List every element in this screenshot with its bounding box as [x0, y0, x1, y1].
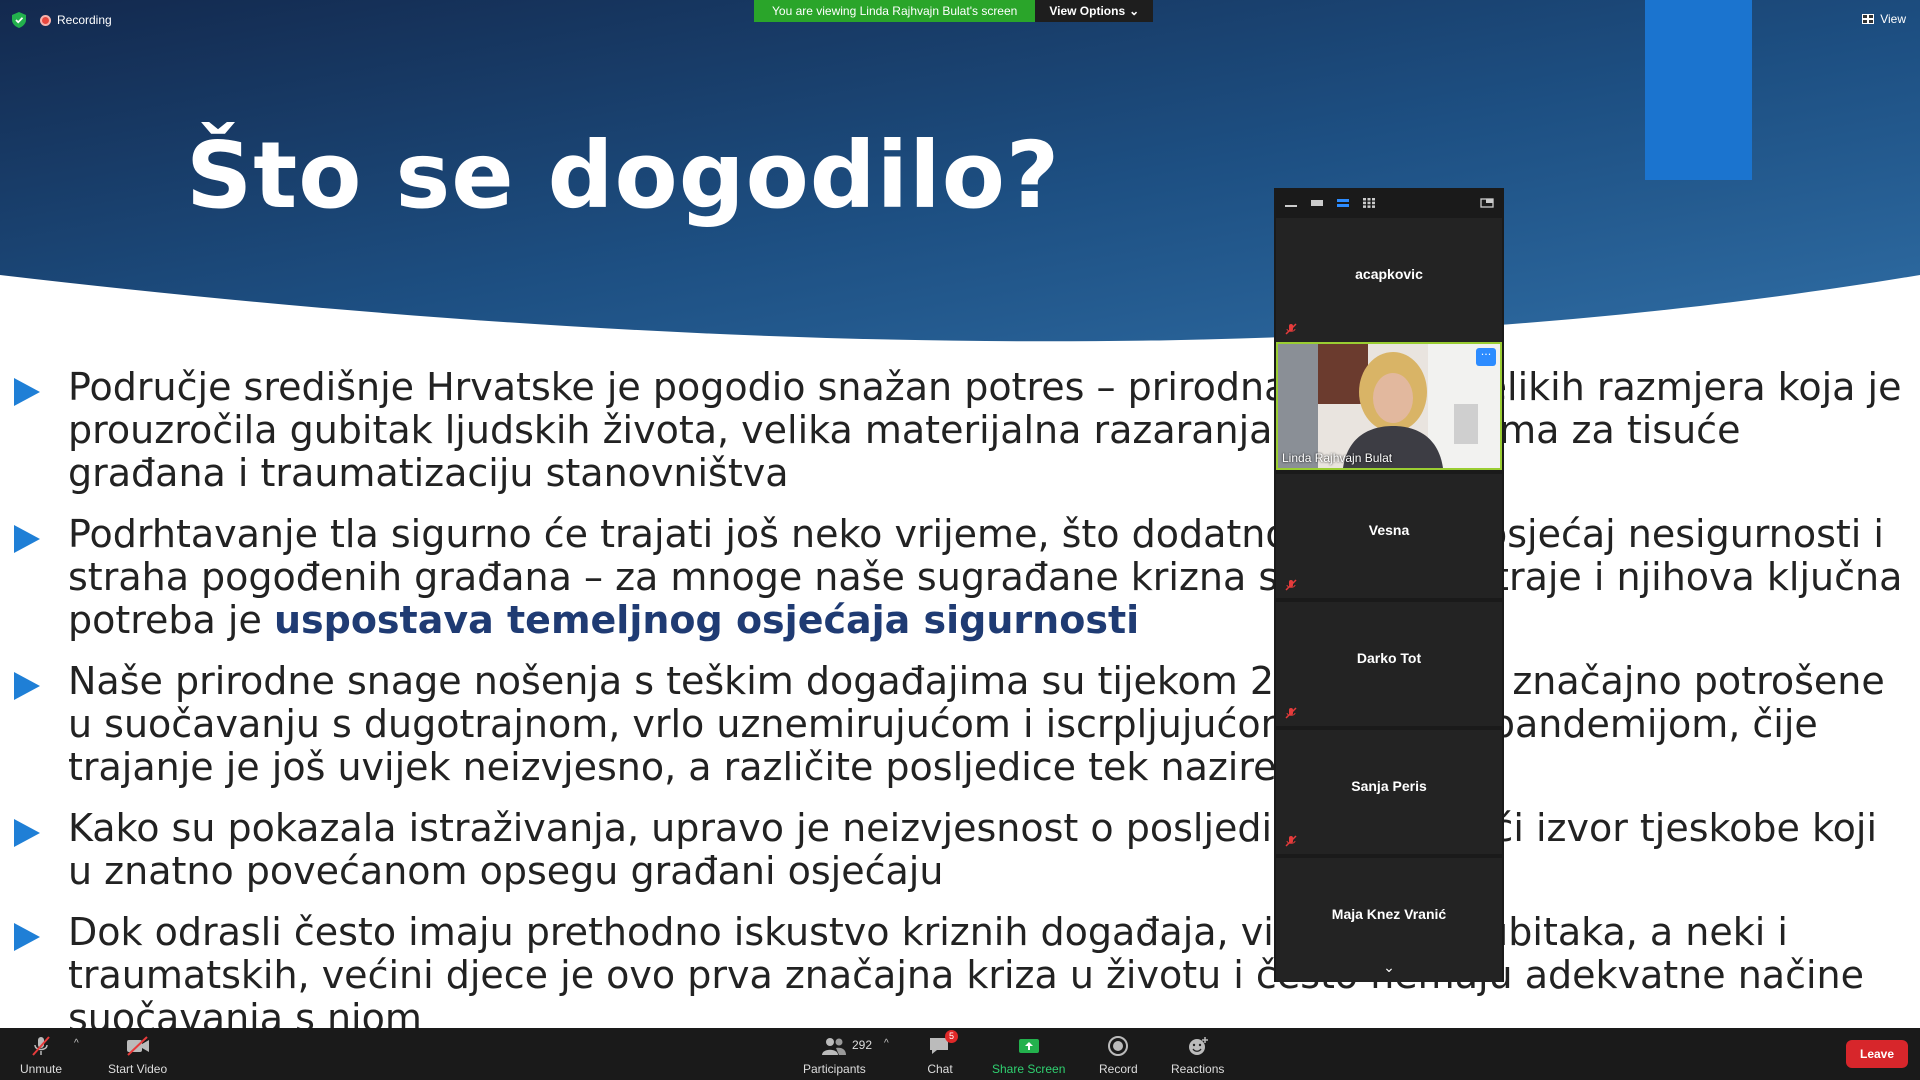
grid-view-icon — [1862, 14, 1875, 24]
share-banner-text: You are viewing Linda Rajhvajn Bulat's s… — [754, 0, 1036, 22]
share-screen-button[interactable]: Share Screen — [992, 1034, 1065, 1076]
single-view-icon[interactable] — [1310, 198, 1324, 208]
participant-name: Darko Tot — [1356, 650, 1422, 666]
slide-bullet: Kako su pokazala istraživanja, upravo je… — [0, 807, 1910, 893]
slide-title: Što se dogodilo? — [186, 122, 1061, 229]
slide-accent-bar — [1645, 0, 1752, 180]
reactions-label: Reactions — [1171, 1062, 1225, 1076]
minimize-icon[interactable] — [1284, 198, 1298, 208]
shared-slide: Što se dogodilo? Područje središnje Hrva… — [0, 0, 1920, 1028]
participant-gallery-panel: acapkovic ··· Linda Rajhvajn Bulat Vesna… — [1274, 188, 1504, 982]
bullet-text: Naše prirodne snage nošenja s teškim dog… — [68, 659, 1885, 789]
participant-tile[interactable]: Sanja Peris — [1276, 730, 1502, 854]
strip-view-icon[interactable] — [1336, 198, 1350, 208]
participant-name: Sanja Peris — [1351, 778, 1427, 794]
participants-label: Participants — [803, 1062, 866, 1076]
slide-bullet: Naše prirodne snage nošenja s teškim dog… — [0, 660, 1910, 789]
participant-more-options-button[interactable]: ··· — [1476, 348, 1496, 366]
security-shield-icon[interactable] — [10, 10, 28, 30]
bullet-text: Područje središnje Hrvatske je pogodio s… — [68, 365, 1902, 495]
participant-name: Vesna — [1368, 522, 1410, 538]
chat-unread-badge: 5 — [944, 1030, 958, 1043]
muted-mic-icon — [1285, 579, 1297, 591]
participant-tile[interactable]: Vesna — [1276, 474, 1502, 598]
unmute-label: Unmute — [20, 1062, 63, 1076]
muted-mic-icon — [1285, 835, 1297, 847]
gallery-grid-icon[interactable] — [1362, 198, 1376, 208]
bullet-arrow-icon — [14, 378, 40, 406]
view-button[interactable]: View — [1862, 12, 1906, 26]
slide-bullet: Dok odrasli često imaju prethodno iskust… — [0, 911, 1910, 1028]
meeting-controls-toolbar: Unmute ^ Start Video Participants 292 ^ … — [0, 1028, 1920, 1080]
slide-bullet: Podrhtavanje tla sigurno će trajati još … — [0, 513, 1910, 642]
share-screen-icon — [1015, 1034, 1043, 1058]
gallery-toolbar — [1274, 188, 1504, 218]
bullet-arrow-icon — [14, 819, 40, 847]
record-label: Record — [1099, 1062, 1138, 1076]
zoom-meeting-window: Što se dogodilo? Područje središnje Hrva… — [0, 0, 1920, 1080]
bullet-highlight: uspostava temeljnog osjećaja sigurnosti — [273, 598, 1140, 642]
view-options-button[interactable]: View Options ⌄ — [1035, 0, 1154, 22]
slide-bullet-list: Područje središnje Hrvatske je pogodio s… — [0, 366, 1920, 1028]
reactions-button[interactable]: Reactions — [1171, 1034, 1224, 1076]
scroll-down-chevron-icon[interactable]: ⌄ — [1274, 960, 1504, 976]
chevron-down-icon: ⌄ — [1129, 4, 1140, 18]
view-label: View — [1880, 12, 1906, 26]
chat-button[interactable]: 5 Chat — [926, 1030, 958, 1076]
record-icon — [1104, 1034, 1132, 1058]
start-video-label: Start Video — [108, 1062, 168, 1076]
audio-options-caret-icon[interactable]: ^ — [74, 1038, 79, 1049]
participants-icon — [820, 1034, 848, 1058]
screen-share-banner: You are viewing Linda Rajhvajn Bulat's s… — [754, 0, 1154, 22]
record-button[interactable]: Record — [1099, 1034, 1138, 1076]
pop-out-icon[interactable] — [1480, 198, 1494, 208]
reactions-smiley-icon — [1184, 1034, 1212, 1058]
bullet-arrow-icon — [14, 923, 40, 951]
unmute-button[interactable]: Unmute — [20, 1034, 62, 1076]
chat-icon: 5 — [926, 1030, 958, 1058]
recording-indicator[interactable]: Recording — [40, 13, 112, 27]
meeting-status-bar: Recording — [10, 10, 112, 30]
video-off-icon — [124, 1034, 152, 1058]
participant-name: acapkovic — [1355, 266, 1423, 282]
participant-name: Maja Knez Vranić — [1331, 906, 1447, 922]
participants-count: 292 — [852, 1038, 873, 1052]
bullet-arrow-icon — [14, 525, 40, 553]
bullet-text: Kako su pokazala istraživanja, upravo je… — [68, 806, 1878, 893]
participants-options-caret-icon[interactable]: ^ — [884, 1038, 889, 1049]
muted-mic-icon — [1285, 707, 1297, 719]
recording-dot-icon — [40, 14, 51, 26]
participant-name: Linda Rajhvajn Bulat — [1282, 451, 1393, 465]
share-screen-label: Share Screen — [992, 1062, 1066, 1076]
participant-tile[interactable]: acapkovic — [1276, 218, 1502, 342]
muted-mic-icon — [27, 1034, 55, 1058]
view-options-label: View Options — [1049, 4, 1126, 18]
participant-tile-active-speaker[interactable]: ··· Linda Rajhvajn Bulat — [1276, 342, 1502, 470]
muted-mic-icon — [1285, 323, 1297, 335]
bullet-text: Dok odrasli često imaju prethodno iskust… — [68, 910, 1865, 1029]
slide-bullet: Područje središnje Hrvatske je pogodio s… — [0, 366, 1910, 495]
chat-label: Chat — [927, 1062, 953, 1076]
leave-meeting-button[interactable]: Leave — [1846, 1040, 1908, 1068]
start-video-button[interactable]: Start Video — [108, 1034, 167, 1076]
participant-video-feed — [1278, 344, 1500, 468]
participant-tile[interactable]: Darko Tot — [1276, 602, 1502, 726]
bullet-arrow-icon — [14, 672, 40, 700]
recording-label: Recording — [57, 13, 112, 27]
